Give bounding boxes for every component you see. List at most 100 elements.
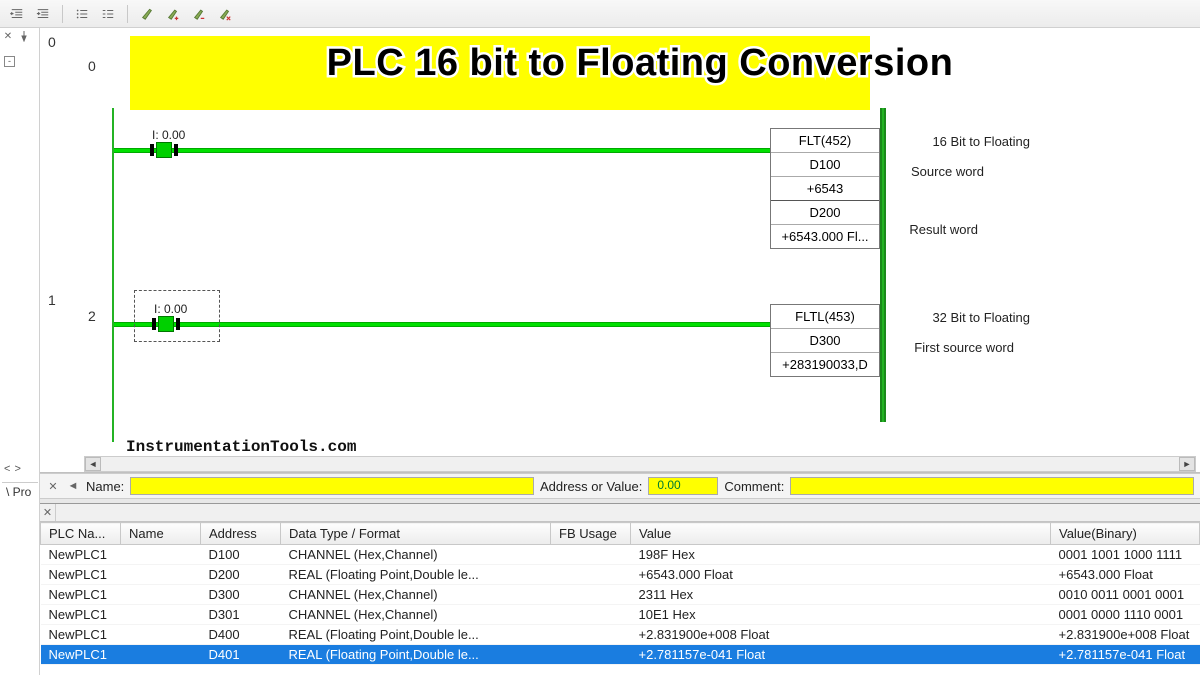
toolbar-separator	[62, 5, 63, 23]
instr-live: +283190033,D	[771, 353, 879, 376]
rung-0[interactable]: I: 0.00	[112, 138, 880, 278]
cell-name	[121, 545, 201, 565]
cell-bin: +6543.000 Float	[1051, 565, 1200, 585]
cell-plc: NewPLC1	[41, 645, 121, 665]
power-rail-right	[880, 292, 886, 422]
workspace: ✕ - < > \ Pro 0 0 I: 0.00	[0, 28, 1200, 675]
cell-fb	[551, 605, 631, 625]
column-index: 0	[48, 34, 56, 50]
col-datatype[interactable]: Data Type / Format	[281, 523, 551, 545]
cell-name	[121, 585, 201, 605]
cell-type: REAL (Floating Point,Double le...	[281, 625, 551, 645]
cell-bin: 0001 0000 1110 0001	[1051, 605, 1200, 625]
cell-type: CHANNEL (Hex,Channel)	[281, 605, 551, 625]
table-row[interactable]: NewPLC1 D401REAL (Floating Point,Double l…	[41, 645, 1200, 665]
close-icon[interactable]: ✕	[46, 479, 60, 493]
instr-dest: D200	[771, 201, 879, 225]
cell-bin: +2.781157e-041 Float	[1051, 645, 1200, 665]
rung-wire	[114, 322, 878, 327]
brush-icon[interactable]	[136, 4, 158, 24]
close-icon[interactable]: ✕	[40, 504, 56, 521]
table-header-row: PLC Na... Name Address Data Type / Forma…	[41, 523, 1200, 545]
nav-left-icon[interactable]: <	[4, 463, 10, 475]
contact-no[interactable]	[158, 316, 174, 332]
left-gutter: ✕ - < > \ Pro	[0, 28, 40, 675]
main-column: 0 0 I: 0.00 FLT(452) D100	[40, 28, 1200, 675]
horizontal-scrollbar[interactable]: ◄ ►	[84, 456, 1196, 472]
cell-type: REAL (Floating Point,Double le...	[281, 565, 551, 585]
watch-table: PLC Na... Name Address Data Type / Forma…	[40, 522, 1200, 665]
instr-opcode: FLTL(453)	[771, 305, 879, 329]
address-field[interactable]: 0.00	[648, 477, 718, 495]
table-row[interactable]: NewPLC1D300CHANNEL (Hex,Channel)2311 Hex…	[41, 585, 1200, 605]
contact-label: I: 0.00	[152, 128, 185, 142]
table-row[interactable]: NewPLC1D100CHANNEL (Hex,Channel)198F Hex…	[41, 545, 1200, 565]
cell-addr: D401	[201, 645, 281, 665]
instruction-fltl[interactable]: FLTL(453) D300 +283190033,D	[770, 304, 880, 377]
cell-val: 198F Hex	[631, 545, 1051, 565]
instr-const: +6543	[771, 177, 879, 201]
col-fbusage[interactable]: FB Usage	[551, 523, 631, 545]
contact-lead	[150, 144, 154, 156]
instr-comment: Source word	[911, 164, 984, 179]
cell-bin: +2.831900e+008 Float	[1051, 625, 1200, 645]
cell-plc: NewPLC1	[41, 565, 121, 585]
cell-plc: NewPLC1	[41, 625, 121, 645]
col-value[interactable]: Value	[631, 523, 1051, 545]
name-field[interactable]	[130, 477, 534, 495]
overlay-site: InstrumentationTools.com	[126, 438, 356, 456]
name-label: Name:	[86, 479, 124, 494]
cell-bin: 0001 1001 1000 1111	[1051, 545, 1200, 565]
toolbar-separator	[127, 5, 128, 23]
toolbar	[0, 0, 1200, 28]
indent-icon[interactable]	[32, 4, 54, 24]
watch-panel-header: ✕	[40, 504, 1200, 522]
table-row[interactable]: NewPLC1 D200REAL (Floating Point,Double l…	[41, 565, 1200, 585]
col-name[interactable]: Name	[121, 523, 201, 545]
instr-source: D300	[771, 329, 879, 353]
brush-remove-icon[interactable]	[188, 4, 210, 24]
rung-number-1: 2	[88, 308, 96, 324]
contact-label: I: 0.00	[154, 302, 187, 316]
cell-fb	[551, 565, 631, 585]
cell-name	[121, 645, 201, 665]
list-lines-icon[interactable]	[97, 4, 119, 24]
instruction-flt[interactable]: FLT(452) D100 +6543 D200 +6543.000 Fl...	[770, 128, 880, 249]
contact-no[interactable]	[156, 142, 172, 158]
table-row[interactable]: NewPLC1D400REAL (Floating Point,Double l…	[41, 625, 1200, 645]
cell-addr: D200	[201, 565, 281, 585]
col-address[interactable]: Address	[201, 523, 281, 545]
col-valuebin[interactable]: Value(Binary)	[1051, 523, 1200, 545]
brush-add-icon[interactable]	[162, 4, 184, 24]
comment-field[interactable]	[790, 477, 1194, 495]
list-bullets-icon[interactable]	[71, 4, 93, 24]
contact-lead	[152, 318, 156, 330]
symbol-edit-bar: ✕ ◄ Name: Address or Value: 0.00 Comment…	[40, 473, 1200, 499]
tab-project[interactable]: \ Pro	[2, 482, 38, 499]
instr-comment: 16 Bit to Floating	[932, 134, 1030, 149]
address-label: Address or Value:	[540, 479, 642, 494]
contact-lead	[174, 144, 178, 156]
outdent-icon[interactable]	[6, 4, 28, 24]
close-panel-icon[interactable]: ✕	[2, 30, 14, 42]
table-row[interactable]: NewPLC1D301CHANNEL (Hex,Channel)10E1 Hex…	[41, 605, 1200, 625]
scroll-left-icon[interactable]: ◄	[66, 479, 80, 493]
watch-table-container[interactable]: PLC Na... Name Address Data Type / Forma…	[40, 522, 1200, 675]
col-plcname[interactable]: PLC Na...	[41, 523, 121, 545]
cell-name	[121, 565, 201, 585]
nav-right-icon[interactable]: >	[14, 463, 20, 475]
tree-collapse-toggle[interactable]: -	[4, 56, 15, 67]
ladder-editor[interactable]: 0 0 I: 0.00 FLT(452) D100	[40, 28, 1200, 473]
cell-type: REAL (Floating Point,Double le...	[281, 645, 551, 665]
instr-live: +6543.000 Fl...	[771, 225, 879, 248]
scroll-left-icon[interactable]: ◄	[85, 457, 101, 471]
cell-bin: 0010 0011 0001 0001	[1051, 585, 1200, 605]
pin-icon[interactable]	[18, 30, 30, 42]
selection-marquee	[134, 290, 220, 342]
scroll-right-icon[interactable]: ►	[1179, 457, 1195, 471]
brush-x-icon[interactable]	[214, 4, 236, 24]
cell-val: +6543.000 Float	[631, 565, 1051, 585]
rung-1[interactable]: I: 0.00	[112, 312, 880, 412]
scroll-track[interactable]	[101, 457, 1179, 471]
cell-type: CHANNEL (Hex,Channel)	[281, 545, 551, 565]
